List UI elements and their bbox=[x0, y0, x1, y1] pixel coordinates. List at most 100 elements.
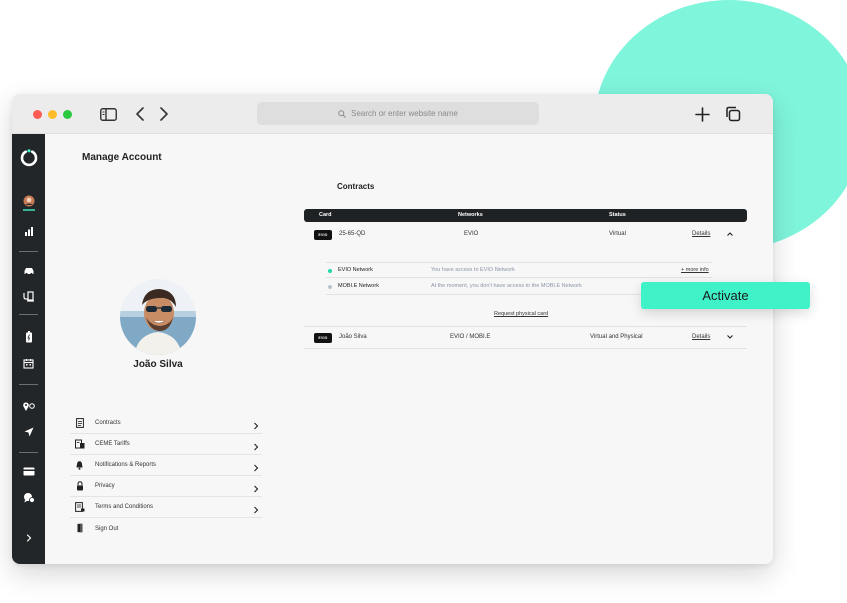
chevron-right-icon bbox=[252, 418, 260, 430]
user-avatar-icon bbox=[22, 195, 35, 211]
lock-icon bbox=[74, 480, 85, 491]
menu-item-ceme-tariffs[interactable]: CEME Tariffs bbox=[70, 434, 262, 455]
sidebar-toggle-icon[interactable] bbox=[98, 105, 118, 123]
network-status-dot bbox=[328, 269, 332, 273]
address-placeholder: Search or enter website name bbox=[351, 109, 458, 118]
browser-titlebar: Search or enter website name bbox=[12, 94, 773, 134]
tabs-overview-icon[interactable] bbox=[723, 105, 743, 123]
forward-arrow-icon[interactable] bbox=[154, 105, 174, 123]
contracts-table-header: Card Networks Status bbox=[304, 209, 747, 222]
column-header-card: Card bbox=[319, 212, 332, 218]
chat-support-icon bbox=[23, 492, 35, 503]
column-header-networks: Networks bbox=[458, 212, 483, 218]
chevron-down-icon[interactable] bbox=[726, 333, 734, 343]
chevron-right-icon bbox=[252, 502, 260, 514]
address-bar[interactable]: Search or enter website name bbox=[257, 102, 539, 125]
network-row-evio: EVIO Network You have access to EVIO Net… bbox=[326, 262, 712, 278]
chevron-up-icon[interactable] bbox=[726, 230, 734, 240]
menu-item-label: Terms and Conditions bbox=[95, 504, 154, 510]
menu-item-label: Privacy bbox=[95, 483, 115, 489]
bell-icon bbox=[74, 459, 85, 470]
sidebar-separator bbox=[19, 314, 38, 315]
network-name: MOBI.E Network bbox=[338, 283, 379, 289]
contract-row-collapsed[interactable]: EVIO João Silva EVIO / MOBI.E Virtual an… bbox=[304, 326, 747, 349]
network-message: You have access to EVIO Network bbox=[431, 267, 515, 273]
menu-item-label: Notifications & Reports bbox=[95, 462, 157, 468]
document-icon bbox=[74, 417, 85, 428]
charger-icon bbox=[22, 290, 34, 302]
credit-card-icon bbox=[23, 467, 34, 475]
sidebar-item-support[interactable] bbox=[12, 487, 45, 507]
sidebar-item-navigation[interactable] bbox=[12, 422, 45, 442]
menu-item-sign-out[interactable]: Sign Out bbox=[70, 518, 262, 539]
sidebar-expand-button[interactable] bbox=[12, 528, 45, 548]
bar-chart-icon bbox=[24, 227, 33, 236]
map-pin-icon bbox=[23, 401, 35, 411]
sidebar-separator bbox=[19, 452, 38, 453]
menu-item-label: CEME Tariffs bbox=[95, 441, 130, 447]
evio-card-logo: EVIO bbox=[314, 333, 332, 343]
battery-icon bbox=[25, 331, 32, 343]
network-message: At the moment, you don't have access to … bbox=[431, 283, 582, 289]
contract-row-expanded[interactable]: EVIO 25-65-QD EVIO Virtual Details bbox=[304, 225, 747, 245]
column-header-status: Status bbox=[609, 212, 626, 218]
network-name: EVIO Network bbox=[338, 267, 373, 273]
card-networks: EVIO bbox=[464, 231, 479, 237]
activate-button[interactable]: Activate bbox=[641, 282, 810, 309]
new-tab-icon[interactable] bbox=[692, 105, 712, 123]
menu-item-terms-conditions[interactable]: Terms and Conditions bbox=[70, 497, 262, 518]
card-status: Virtual and Physical bbox=[590, 334, 643, 340]
card-id: 25-65-QD bbox=[339, 231, 366, 237]
menu-item-contracts[interactable]: Contracts bbox=[70, 413, 262, 434]
sidebar-item-bookings[interactable] bbox=[12, 353, 45, 373]
sidebar-item-chargers[interactable] bbox=[12, 286, 45, 306]
card-holder: João Silva bbox=[339, 334, 367, 340]
more-info-link[interactable]: + more info bbox=[681, 267, 709, 273]
profile-photo bbox=[120, 279, 196, 355]
user-avatar bbox=[120, 279, 196, 355]
back-arrow-icon[interactable] bbox=[130, 105, 150, 123]
menu-item-label: Contracts bbox=[95, 420, 121, 426]
chevron-right-icon bbox=[26, 534, 31, 542]
sidebar-item-vehicles[interactable] bbox=[12, 261, 45, 281]
network-status-dot bbox=[328, 285, 332, 289]
app-logo bbox=[12, 146, 45, 170]
navigation-arrow-icon bbox=[24, 427, 33, 437]
sidebar-item-statistics[interactable] bbox=[12, 221, 45, 241]
terms-icon bbox=[74, 501, 85, 512]
app-sidebar bbox=[12, 134, 45, 564]
evio-card-logo: EVIO bbox=[314, 230, 332, 240]
calendar-icon bbox=[23, 358, 34, 369]
account-menu: Contracts CEME Tariffs Notifications & R… bbox=[70, 413, 262, 539]
evio-logo-icon bbox=[20, 149, 37, 167]
menu-item-label: Sign Out bbox=[95, 525, 119, 532]
sidebar-item-account[interactable] bbox=[12, 193, 45, 213]
request-physical-card-link[interactable]: Request physical card bbox=[494, 311, 548, 317]
minimize-window-button[interactable] bbox=[48, 110, 57, 119]
sidebar-item-locations[interactable] bbox=[12, 396, 45, 416]
close-window-button[interactable] bbox=[33, 110, 42, 119]
browser-window: Search or enter website name Manage Acco… bbox=[12, 94, 773, 564]
menu-item-privacy[interactable]: Privacy bbox=[70, 476, 262, 497]
card-networks: EVIO / MOBI.E bbox=[450, 334, 491, 340]
sidebar-separator bbox=[19, 384, 38, 385]
menu-item-notifications-reports[interactable]: Notifications & Reports bbox=[70, 455, 262, 476]
chevron-right-icon bbox=[252, 460, 260, 472]
maximize-window-button[interactable] bbox=[63, 110, 72, 119]
tariff-icon bbox=[74, 438, 85, 449]
sidebar-item-battery[interactable] bbox=[12, 327, 45, 347]
car-icon bbox=[24, 268, 33, 276]
exit-icon bbox=[74, 522, 85, 533]
sidebar-separator bbox=[19, 251, 38, 252]
chevron-right-icon bbox=[252, 481, 260, 493]
main-content: Manage Account João Silva Contracts CEME… bbox=[45, 134, 773, 564]
sidebar-item-payments[interactable] bbox=[12, 461, 45, 481]
search-icon bbox=[338, 109, 346, 118]
page-title: Manage Account bbox=[82, 152, 162, 163]
details-link[interactable]: Details bbox=[692, 231, 710, 237]
contracts-section-title: Contracts bbox=[337, 182, 375, 191]
user-name: João Silva bbox=[133, 359, 183, 370]
chevron-right-icon bbox=[252, 439, 260, 451]
details-link[interactable]: Details bbox=[692, 334, 710, 340]
stage: Search or enter website name Manage Acco… bbox=[0, 0, 847, 603]
